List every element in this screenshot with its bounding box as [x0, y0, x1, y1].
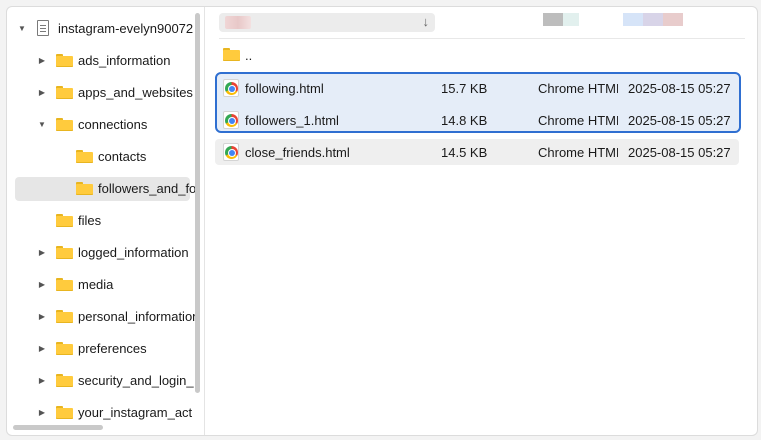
tree-item-your-instagram-activity[interactable]: ▶ your_instagram_act: [7, 401, 203, 425]
tree-root-label: instagram-evelyn90072: [58, 21, 194, 36]
folder-tree: ▼ instagram-evelyn90072 ▶ ads_informatio…: [7, 7, 203, 435]
chrome-icon: [225, 146, 238, 159]
tree-root[interactable]: ▼ instagram-evelyn90072: [7, 17, 203, 41]
folder-icon: [56, 342, 73, 355]
chevron-right-icon[interactable]: ▶: [37, 56, 47, 66]
chevron-right-icon[interactable]: ▶: [37, 408, 47, 418]
tree-item-logged-information[interactable]: ▶ logged_information: [7, 241, 203, 265]
chrome-icon: [225, 114, 238, 127]
tree-item-followers-and-following[interactable]: followers_and_fo: [7, 177, 203, 201]
folder-icon: [76, 150, 93, 163]
file-type: Chrome HTML Document: [538, 113, 618, 128]
tree-item-personal-information[interactable]: ▶ personal_information: [7, 305, 203, 329]
redacted-block: [663, 13, 683, 26]
file-type: Chrome HTML Document: [538, 81, 618, 96]
tree-item-label: your_instagram_act: [78, 405, 193, 420]
folder-icon: [56, 246, 73, 259]
file-date: 2025-08-15 05:27: [628, 113, 731, 128]
tree-item-media[interactable]: ▶ media: [7, 273, 203, 297]
folder-icon: [56, 214, 73, 227]
tree-item-label: security_and_login_: [78, 373, 194, 388]
file-row-close-friends[interactable]: close_friends.html 14.5 KB Chrome HTML D…: [215, 139, 739, 165]
file-date: 2025-08-15 05:27: [628, 145, 731, 160]
file-size: 15.7 KB: [441, 81, 488, 96]
file-size: 14.5 KB: [441, 145, 488, 160]
chevron-right-icon[interactable]: ▶: [37, 344, 47, 354]
tree-vertical-scrollbar[interactable]: [195, 13, 200, 393]
chevron-right-icon[interactable]: ▶: [37, 312, 47, 322]
chevron-right-icon[interactable]: ▶: [37, 248, 47, 258]
tree-item-label: preferences: [78, 341, 147, 356]
tree-item-label: contacts: [98, 149, 147, 164]
folder-icon: [223, 48, 240, 61]
file-name: close_friends.html: [245, 145, 350, 160]
tree-item-connections[interactable]: ▼ connections: [7, 113, 203, 137]
archive-icon: [37, 20, 49, 36]
chevron-down-icon[interactable]: ▼: [37, 120, 47, 130]
tree-item-label: apps_and_websites: [78, 85, 193, 100]
chevron-right-icon[interactable]: ▶: [37, 280, 47, 290]
folder-icon: [56, 118, 73, 131]
redacted-block: [643, 13, 663, 26]
tree-item-preferences[interactable]: ▶ preferences: [7, 337, 203, 361]
redacted-block: [543, 13, 563, 26]
tree-item-label: logged_information: [78, 245, 189, 260]
chevron-down-icon[interactable]: ▼: [17, 24, 27, 34]
tree-item-label: connections: [78, 117, 148, 132]
tree-item-label: ads_information: [78, 53, 171, 68]
tree-item-apps-and-websites[interactable]: ▶ apps_and_websites: [7, 81, 203, 105]
tree-item-security-and-login[interactable]: ▶ security_and_login_: [7, 369, 203, 393]
file-size: 14.8 KB: [441, 113, 488, 128]
file-browser-window: ▼ instagram-evelyn90072 ▶ ads_informatio…: [6, 6, 758, 436]
chevron-right-icon[interactable]: ▶: [37, 376, 47, 386]
tree-horizontal-scrollbar[interactable]: [13, 425, 103, 430]
redacted-path: [225, 16, 251, 29]
file-row-followers-1[interactable]: followers_1.html 14.8 KB Chrome HTML Doc…: [215, 107, 739, 133]
folder-icon: [56, 310, 73, 323]
folder-icon: [76, 182, 93, 195]
parent-directory-row[interactable]: ..: [215, 42, 739, 68]
tree-item-label: files: [78, 213, 102, 228]
file-name: followers_1.html: [245, 113, 339, 128]
tree-item-label: media: [78, 277, 114, 292]
arrow-down-icon[interactable]: ↓: [423, 14, 430, 29]
folder-icon: [56, 406, 73, 419]
tree-item-ads-information[interactable]: ▶ ads_information: [7, 49, 203, 73]
header-separator: [219, 38, 745, 39]
file-name: following.html: [245, 81, 324, 96]
folder-icon: [56, 374, 73, 387]
folder-icon: [56, 86, 73, 99]
tree-item-files[interactable]: files: [7, 209, 203, 233]
chrome-icon: [225, 82, 238, 95]
file-type: Chrome HTML Document: [538, 145, 618, 160]
redacted-block: [563, 13, 579, 26]
parent-directory-label: ..: [245, 48, 253, 63]
folder-icon: [56, 54, 73, 67]
folder-icon: [56, 278, 73, 291]
path-dropdown[interactable]: ↓: [219, 13, 435, 32]
tree-item-contacts[interactable]: contacts: [7, 145, 203, 169]
pane-divider[interactable]: [204, 7, 205, 435]
tree-item-label: followers_and_fo: [98, 181, 197, 196]
redacted-block: [623, 13, 643, 26]
tree-item-label: personal_information: [78, 309, 200, 324]
file-date: 2025-08-15 05:27: [628, 81, 731, 96]
chevron-right-icon[interactable]: ▶: [37, 88, 47, 98]
file-row-following[interactable]: following.html 15.7 KB Chrome HTML Docum…: [215, 75, 739, 101]
